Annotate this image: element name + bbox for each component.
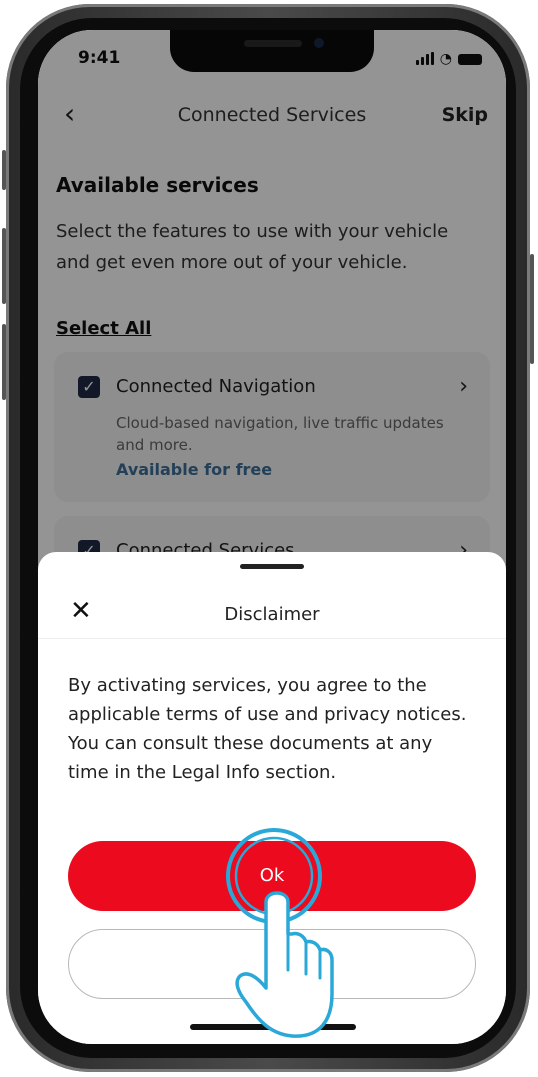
screen: 9:41 ◔ ‹ Connected Services Skip Availab…: [38, 30, 506, 1044]
side-button-volume-up: [2, 228, 6, 304]
divider: [38, 638, 506, 639]
sheet-grabber[interactable]: [240, 564, 304, 569]
disclaimer-sheet: ✕ Disclaimer By activating services, you…: [38, 552, 506, 1044]
home-indicator: [190, 1024, 356, 1030]
ok-button[interactable]: Ok: [68, 841, 476, 911]
side-button-power: [530, 254, 534, 364]
side-button-volume-down: [2, 324, 6, 400]
cancel-button[interactable]: C: [68, 929, 476, 999]
sheet-title: Disclaimer: [224, 604, 320, 625]
disclaimer-text: By activating services, you agree to the…: [68, 675, 467, 783]
side-button-mute: [2, 150, 6, 190]
